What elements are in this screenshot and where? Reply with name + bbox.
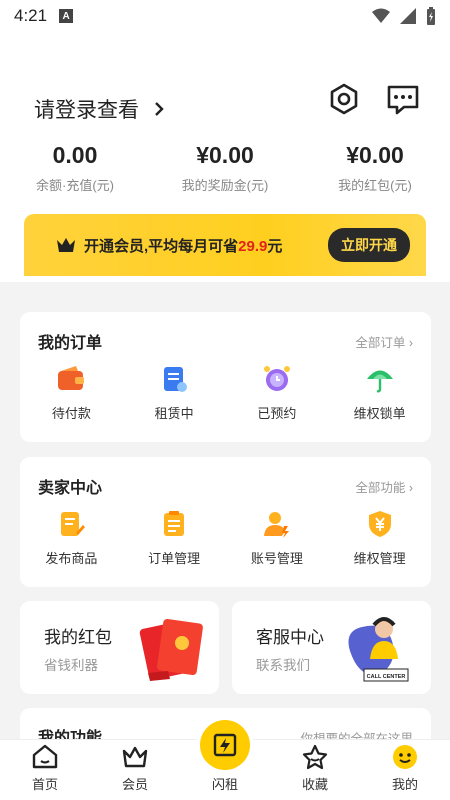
vip-saving-amount: 29.9 <box>238 237 268 255</box>
order-item-dispute-lock[interactable]: 维权锁单 <box>328 364 431 422</box>
wifi-icon <box>372 8 390 23</box>
notification-a-icon: A <box>59 9 74 23</box>
service-card-title: 客服中心 <box>256 628 324 647</box>
reward-value: ¥0.00 <box>196 142 254 168</box>
seller-title: 卖家中心 <box>38 480 103 497</box>
message-dots-icon[interactable] <box>386 82 420 116</box>
balance-item[interactable]: 0.00 余额·充值(元) <box>0 142 150 194</box>
flash-rent-button[interactable] <box>200 720 250 770</box>
tab-mine[interactable]: 我的 <box>360 740 450 800</box>
order-list-icon <box>164 511 185 536</box>
crown-icon <box>57 238 75 252</box>
customer-service-card[interactable]: 客服中心 联系我们 CALL CENTER <box>232 601 431 694</box>
order-item-reserved[interactable]: 已预约 <box>226 364 329 422</box>
vip-banner[interactable]: 开通会员,平均每月可省29.9元 立即开通 <box>24 214 426 276</box>
red-packet-card-subtitle: 省钱利器 <box>44 658 98 673</box>
call-center-illustration: CALL CENTER <box>348 617 409 682</box>
balance-label: 余额·充值(元) <box>36 178 114 193</box>
balance-value: 0.00 <box>52 142 98 168</box>
seller-item-disputes[interactable]: 维权管理 <box>328 509 431 567</box>
status-bar: 4:21 A <box>0 0 450 32</box>
document-edit-icon <box>61 512 86 536</box>
seller-card: 卖家中心 全部功能 › 发布商品 订单管理 账号管理 维权管理 <box>20 457 431 587</box>
red-packet-card-title: 我的红包 <box>44 628 112 647</box>
seller-item-publish[interactable]: 发布商品 <box>20 509 123 567</box>
orders-card: 我的订单 全部订单 › 待付款 租赁中 已预约 维权锁单 <box>20 312 431 442</box>
order-item-pending-payment[interactable]: 待付款 <box>20 364 123 422</box>
shield-yen-icon <box>368 511 391 537</box>
cell-signal-icon <box>400 8 416 24</box>
umbrella-icon <box>366 370 393 393</box>
seller-item-orders[interactable]: 订单管理 <box>123 509 226 567</box>
account-user-icon <box>263 512 289 538</box>
login-prompt[interactable]: 请登录查看 <box>34 94 165 124</box>
clipboard-icon <box>164 367 188 392</box>
crown-icon <box>122 746 148 768</box>
order-item-renting[interactable]: 租赁中 <box>123 364 226 422</box>
seller-all-link[interactable]: 全部功能 › <box>355 477 413 496</box>
alarm-clock-icon <box>263 366 290 391</box>
profile-face-icon <box>393 745 417 769</box>
reward-label: 我的奖励金(元) <box>181 178 269 193</box>
chevron-right-icon <box>155 102 164 116</box>
orders-all-link[interactable]: 全部订单 › <box>355 332 413 351</box>
star-icon <box>302 744 328 770</box>
call-center-text: CALL CENTER <box>367 674 406 680</box>
tab-favorites[interactable]: 收藏 <box>270 740 360 800</box>
red-packet-card[interactable]: 我的红包 省钱利器 <box>20 601 219 694</box>
seller-item-accounts[interactable]: 账号管理 <box>226 509 329 567</box>
home-icon <box>32 744 58 769</box>
vip-open-button[interactable]: 立即开通 <box>328 228 410 262</box>
reward-item[interactable]: ¥0.00 我的奖励金(元) <box>150 142 300 194</box>
login-text: 请登录查看 <box>34 99 139 122</box>
red-packet-item[interactable]: ¥0.00 我的红包(元) <box>300 142 450 194</box>
wallet-icon <box>58 366 85 390</box>
tab-membership[interactable]: 会员 <box>90 740 180 800</box>
red-packet-value: ¥0.00 <box>346 142 404 168</box>
settings-hexagon-icon[interactable] <box>327 82 361 116</box>
balance-row: 0.00 余额·充值(元) ¥0.00 我的奖励金(元) ¥0.00 我的红包(… <box>0 142 450 194</box>
orders-title: 我的订单 <box>38 335 103 352</box>
flash-icon <box>213 733 237 757</box>
red-packet-label: 我的红包(元) <box>338 178 412 193</box>
battery-icon <box>427 7 435 25</box>
tab-home[interactable]: 首页 <box>0 740 90 800</box>
red-envelope-illustration <box>139 618 203 681</box>
service-card-subtitle: 联系我们 <box>256 658 310 673</box>
status-time: 4:21 <box>14 6 48 25</box>
vip-promo-text: 开通会员,平均每月可省29.9元 <box>84 237 283 255</box>
